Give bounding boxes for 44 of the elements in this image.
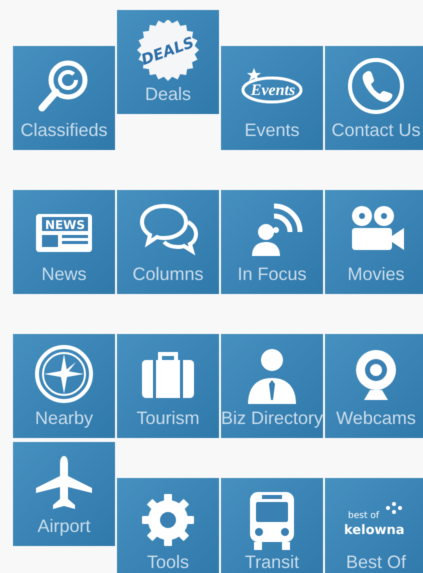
tile-label: Airport	[37, 516, 90, 536]
speech-bubbles-icon	[140, 204, 198, 253]
phone-icon	[348, 58, 404, 114]
app-tile[interactable]: best of kelowna Best Of	[325, 478, 423, 573]
gear-icon	[142, 494, 194, 546]
person-signal-icon	[252, 204, 302, 256]
businessman-icon	[248, 349, 296, 404]
tile-label: Nearby	[34, 408, 94, 428]
app-tile[interactable]: Classifieds	[13, 46, 115, 150]
tile-label: News	[41, 264, 86, 284]
app-tile[interactable]: Airport	[13, 442, 115, 546]
tile-label: Tourism	[136, 408, 200, 428]
app-tile[interactable]: Webcams	[325, 334, 423, 438]
compass-icon	[35, 345, 93, 403]
tile-label: Transit	[244, 552, 300, 572]
tile-label: Biz Directory	[221, 408, 323, 428]
suitcase-icon	[142, 352, 194, 398]
tile-label: Deals	[144, 84, 192, 104]
webcam-icon	[356, 350, 396, 400]
app-tile[interactable]: Contact Us	[325, 46, 423, 150]
tile-label: In Focus	[237, 264, 307, 284]
app-tile[interactable]: Biz Directory	[221, 334, 323, 438]
tile-label: Classifieds	[20, 120, 108, 140]
app-tile[interactable]: Movies	[325, 190, 423, 294]
app-tile[interactable]: Tourism	[117, 334, 219, 438]
tile-label: Columns	[132, 264, 204, 284]
app-tile[interactable]: In Focus	[221, 190, 323, 294]
app-tile[interactable]: NEWS News	[13, 190, 115, 294]
app-tile[interactable]: Columns	[117, 190, 219, 294]
tile-label: Webcams	[336, 408, 416, 428]
tile-label: Events	[244, 120, 300, 140]
bus-icon	[250, 492, 294, 550]
magnifier-icon	[38, 60, 88, 112]
tile-label: Movies	[347, 264, 404, 284]
newspaper-icon: NEWS	[36, 214, 92, 252]
airplane-icon	[36, 456, 92, 509]
app-tile[interactable]: Transit	[221, 478, 323, 573]
app-tile[interactable]: Tools	[117, 478, 219, 573]
app-tile[interactable]: Nearby	[13, 334, 115, 438]
app-tile[interactable]: Events Events	[221, 46, 323, 150]
tile-label: Tools	[146, 552, 190, 572]
movie-camera-icon	[352, 206, 404, 250]
tile-label: Best Of	[346, 552, 406, 572]
tile-label: Contact Us	[331, 120, 421, 140]
